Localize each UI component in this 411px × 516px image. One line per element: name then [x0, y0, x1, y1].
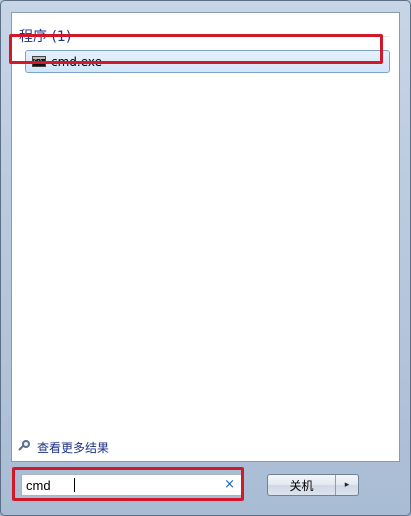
shutdown-button[interactable]: 关机	[268, 475, 336, 495]
shutdown-button-group: 关机 ▸	[267, 474, 359, 496]
cmd-icon	[32, 56, 46, 67]
result-item-label: cmd.exe	[51, 54, 103, 69]
search-box[interactable]: ×	[21, 474, 242, 496]
search-results-panel: 程序 (1) cmd.exe 查看更多结果	[11, 12, 400, 462]
programs-group-header[interactable]: 程序 (1)	[19, 26, 71, 45]
search-input[interactable]	[22, 476, 216, 494]
group-divider	[98, 36, 389, 37]
see-more-results-link[interactable]: 查看更多结果	[18, 439, 110, 455]
start-menu: 程序 (1) cmd.exe 查看更多结果 × 关机 ▸	[0, 0, 411, 516]
result-item-cmd[interactable]: cmd.exe	[25, 50, 390, 73]
text-caret	[74, 478, 75, 492]
shutdown-options-arrow-icon[interactable]: ▸	[336, 475, 358, 495]
see-more-label: 查看更多结果	[37, 440, 110, 455]
search-icon	[18, 440, 33, 454]
clear-search-icon[interactable]: ×	[224, 477, 235, 493]
